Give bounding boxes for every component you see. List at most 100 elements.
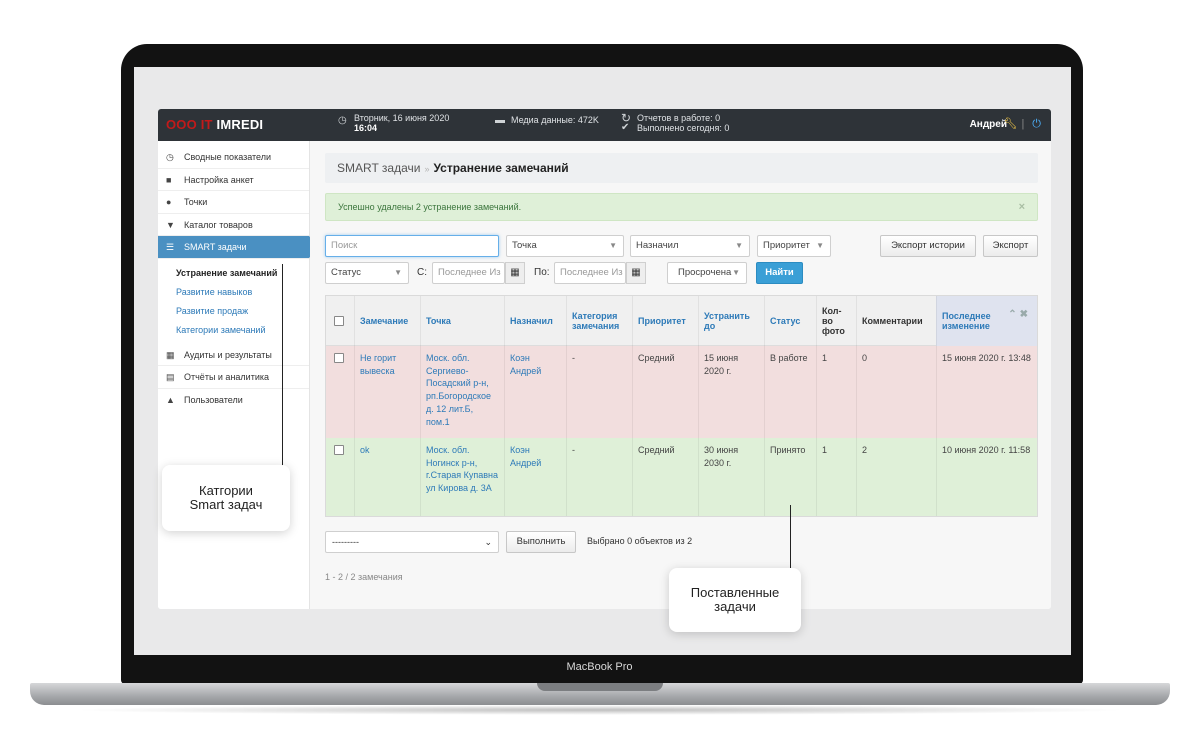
cell-point[interactable]: Моск. обл. Сергиево-Посадский р-н, рп.Бо… [420, 352, 504, 428]
column-header-point[interactable]: Точка [420, 296, 504, 346]
row-checkbox[interactable] [334, 353, 344, 363]
cell-category: - [572, 353, 575, 363]
cell-assigned[interactable]: Коэн Андрей [504, 352, 566, 377]
column-divider [764, 296, 765, 516]
status-select[interactable]: Статус ▼ [325, 262, 409, 284]
chevron-down-icon: ▼ [735, 241, 743, 250]
column-header-assigned[interactable]: Назначил [504, 296, 566, 346]
run-button[interactable]: Выполнить [506, 531, 576, 553]
bulk-action-value: --------- [332, 537, 359, 547]
cell-remark[interactable]: Не горит вывеска [354, 352, 420, 377]
breadcrumb-separator: » [424, 164, 430, 174]
column-divider [504, 296, 505, 516]
row-checkbox[interactable] [334, 445, 344, 455]
brand-logo[interactable]: ООО IT IMREDI [158, 109, 310, 141]
user-icon: ▲ [166, 394, 175, 405]
calendar-icon[interactable]: ▦ [505, 262, 525, 284]
find-button[interactable]: Найти [756, 262, 803, 284]
sidebar-item-smart[interactable]: ☰ SMART задачи [158, 236, 319, 259]
user-name[interactable]: Андрей [970, 119, 1007, 130]
submenu-item-categories[interactable]: Категории замечаний [176, 321, 309, 340]
sidebar-item-label: Отчёты и аналитика [184, 372, 269, 382]
chevron-down-icon: ⌄ [484, 537, 492, 547]
sidebar-item-label: SMART задачи [184, 242, 247, 252]
breadcrumb-parent[interactable]: SMART задачи [337, 161, 420, 175]
reports-status: Отчетов в работе: 0 Выполнено сегодня: 0 [637, 113, 729, 133]
column-header-due[interactable]: Устранить до [698, 296, 764, 346]
priority-select[interactable]: Приоритет ▼ [757, 235, 831, 257]
brand-prefix: ООО IT [166, 117, 213, 132]
column-header-last-change[interactable]: Последнее изменение ⌃✖ [936, 296, 1037, 346]
date-from-input[interactable]: Последнее Из [432, 262, 505, 284]
divider: | [1021, 118, 1025, 130]
sidebar-item-label: Настройка анкет [184, 174, 254, 185]
to-label: По: [534, 267, 550, 278]
sidebar-item-catalog[interactable]: ▼ Каталог товаров [158, 214, 309, 236]
submenu-item-remarks[interactable]: Устранение замечаний [176, 264, 309, 283]
callout-assigned-tasks: Поставленные задачи [669, 568, 801, 632]
search-input[interactable]: Поиск [325, 235, 499, 257]
calendar-icon: ▦ [166, 349, 175, 360]
dashboard-icon: ◷ [166, 152, 174, 162]
sidebar-item-label: Точки [184, 197, 208, 207]
close-icon[interactable]: × [1019, 194, 1025, 220]
sidebar-item-reports[interactable]: ▤ Отчёты и аналитика [158, 366, 309, 389]
power-icon[interactable]: ⏻ [1032, 118, 1041, 130]
callout-line-right [790, 505, 791, 575]
alert-text: Успешно удалены 2 устранение замечаний. [338, 202, 522, 212]
date-to-input[interactable]: Последнее Из [554, 262, 626, 284]
table-row[interactable]: Не горит вывеска Моск. обл. Сергиево-Пос… [326, 346, 1037, 438]
sort-tools: ⌃✖ [1008, 310, 1031, 320]
wrench-icon[interactable]: 🔧︎ [1003, 118, 1017, 130]
overdue-select[interactable]: Просрочена ▼ [667, 262, 747, 284]
remove-sort-icon[interactable]: ✖ [1020, 309, 1031, 320]
callout-smart-categories: Катгории Smart задач [162, 465, 290, 531]
bulk-action-select[interactable]: --------- ⌄ [325, 531, 499, 553]
submenu-item-skills[interactable]: Развитие навыков [176, 283, 309, 302]
device-mockup: { "header": { "brand_prefix": "ООО IT", … [0, 0, 1199, 750]
laptop-shadow [70, 705, 1130, 715]
from-label: С: [417, 267, 427, 278]
smart-submenu: Устранение замечаний Развитие навыков Ра… [158, 259, 309, 344]
sidebar-item-users[interactable]: ▲ Пользователи [158, 389, 309, 412]
column-header-remark[interactable]: Замечание [354, 296, 420, 346]
submenu-item-sales[interactable]: Развитие продаж [176, 302, 309, 321]
sidebar-item-dashboard[interactable]: ◷ Сводные показатели [158, 146, 309, 169]
brand-name: IMREDI [216, 117, 264, 132]
cell-last-change: 10 июня 2020 г. 11:58 [942, 445, 1031, 455]
column-header-priority[interactable]: Приоритет [632, 296, 698, 346]
column-header-category[interactable]: Категория замечания [566, 296, 632, 346]
chevron-down-icon: ▼ [609, 241, 617, 250]
cell-assigned[interactable]: Коэн Андрей [504, 444, 566, 469]
status-select-value: Статус [331, 267, 362, 278]
export-button[interactable]: Экспорт [983, 235, 1038, 257]
chevron-down-icon: ▼ [732, 268, 740, 277]
sidebar-item-points[interactable]: ● Точки [158, 191, 309, 214]
select-all-checkbox[interactable] [334, 316, 344, 326]
export-history-button[interactable]: Экспорт истории [880, 235, 976, 257]
sidebar-item-audits[interactable]: ▦ Аудиты и результаты [158, 344, 309, 366]
cell-last-change: 15 июня 2020 г. 13:48 [942, 353, 1031, 363]
sidebar-item-label: Сводные показатели [184, 152, 272, 162]
column-header-photos: Кол-во фото [822, 306, 845, 336]
table-row[interactable]: ok Моск. обл. Ногинск р-н, г.Старая Купа… [326, 438, 1037, 516]
column-header-status[interactable]: Статус [764, 296, 816, 346]
globe-icon: ● [166, 197, 172, 207]
cell-remark[interactable]: ok [354, 444, 420, 457]
list-icon: ☰ [166, 242, 175, 252]
column-divider [354, 296, 355, 516]
time-text: 16:04 [354, 123, 378, 133]
sidebar-item-forms[interactable]: ■ Настройка анкет [158, 169, 309, 191]
media-info: Медиа данные: 472K [511, 115, 599, 125]
done-today: Выполнено сегодня: 0 [637, 123, 730, 133]
point-select[interactable]: Точка ▼ [506, 235, 624, 257]
assigned-select[interactable]: Назначил ▼ [630, 235, 750, 257]
breadcrumb: SMART задачи » Устранение замечаний [325, 153, 1038, 183]
calendar-icon[interactable]: ▦ [626, 262, 646, 284]
cell-status: Принято [770, 445, 806, 455]
cell-point[interactable]: Моск. обл. Ногинск р-н, г.Старая Купавна… [420, 444, 504, 495]
table-header: Замечание Точка Назначил Категория замеч… [326, 296, 1037, 346]
sort-up-icon[interactable]: ⌃ [1008, 309, 1019, 320]
cell-due: 30 июня 2030 г. [704, 445, 739, 468]
success-alert: Успешно удалены 2 устранение замечаний. × [325, 193, 1038, 221]
